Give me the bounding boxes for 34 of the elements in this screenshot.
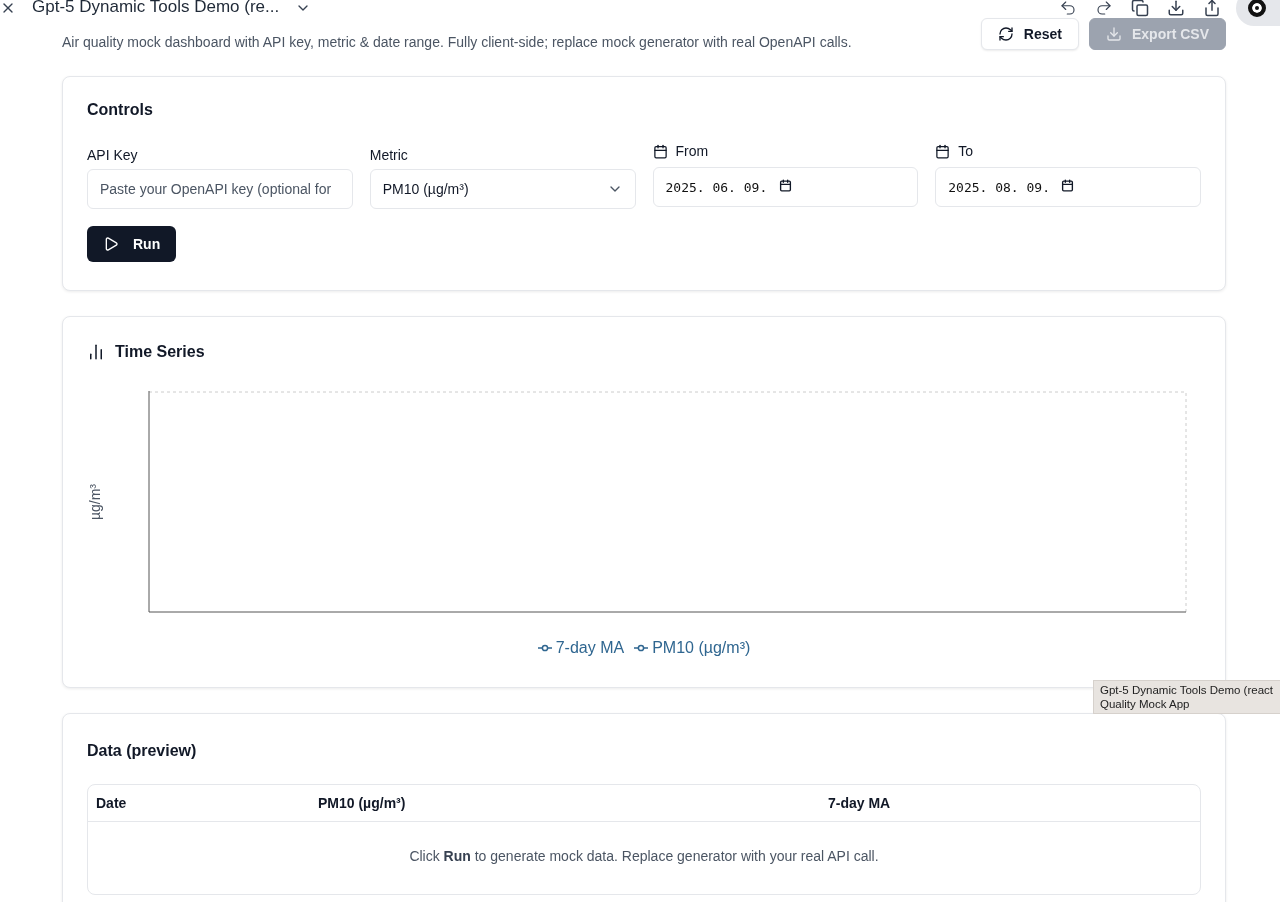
legend-item: PM10 (µg/m³) [634, 639, 751, 657]
metric-select[interactable]: PM10 (µg/m³) [369, 169, 636, 209]
calendar-icon [778, 179, 792, 192]
api-key-field[interactable]: Paste your OpenAPI key (optional for [87, 169, 353, 209]
bar-chart-icon [87, 343, 105, 361]
reset-button[interactable]: Reset [980, 18, 1079, 50]
card-title: Controls [87, 101, 153, 119]
column-header: PM10 (µg/m³) [318, 795, 407, 811]
legend-item: 7-day MA [537, 639, 625, 657]
card-title: Time Series [115, 343, 205, 361]
run-button[interactable]: Run [87, 226, 177, 262]
play-icon [103, 236, 119, 252]
field-label: Metric [369, 147, 408, 163]
line-marker-icon [634, 644, 649, 652]
date-field[interactable]: 2025. 08. 09. [935, 167, 1201, 207]
card-title: Data (preview) [87, 742, 197, 760]
column-header: Date [96, 795, 128, 811]
calendar-icon [935, 143, 951, 159]
field-label: API Key [87, 147, 138, 163]
download-icon [1106, 26, 1122, 42]
record-button[interactable] [1236, 0, 1280, 26]
field-label: To [958, 143, 974, 159]
calendar-icon [652, 143, 668, 159]
refresh-icon [997, 26, 1014, 42]
window-title: Gpt-5 Dynamic Tools Demo (re... [32, 0, 280, 18]
axis-label: µg/m³ [87, 483, 103, 521]
line-marker-icon [537, 644, 552, 652]
field-label: From [675, 143, 709, 159]
tooltip: Gpt-5 Dynamic Tools Demo (react Quality Mock App [1093, 680, 1280, 714]
empty-message: Click Run to generate mock data. Replace generator with your real API call. [408, 847, 880, 866]
description: Air quality mock dashboard with API key, metric & date range. Fully client-side; replace mock generator with real OpenAPI calls. [62, 34, 853, 50]
date-field[interactable]: 2025. 06. 09. [652, 167, 919, 207]
calendar-icon [1061, 179, 1075, 192]
column-header: 7-day MA [828, 795, 892, 811]
